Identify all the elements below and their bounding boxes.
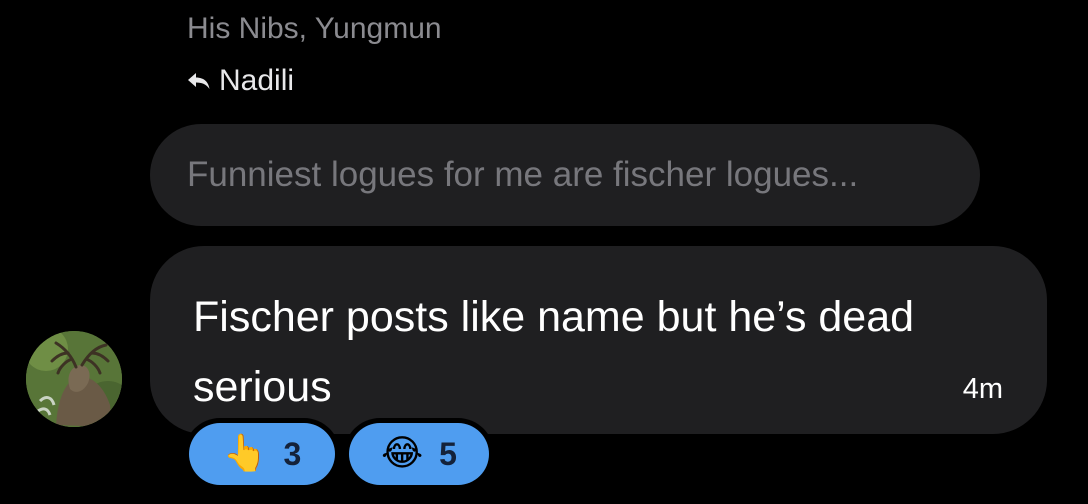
reaction-pill[interactable]: 👆 3: [189, 423, 335, 485]
deer-avatar-icon[interactable]: [26, 331, 122, 427]
reaction-pointing-up[interactable]: 👆 3: [184, 418, 340, 490]
message-bubble[interactable]: Fischer posts like name but he’s dead se…: [150, 246, 1047, 434]
reply-to-name: Nadili: [219, 64, 295, 97]
message-timestamp: 4m: [962, 373, 1003, 405]
reply-indicator[interactable]: Nadili: [187, 64, 294, 98]
thread-participants: His Nibs, Yungmun: [187, 12, 442, 45]
tears-of-joy-icon: 😂: [381, 433, 424, 474]
quoted-message-text: Funniest logues for me are fischer logue…: [187, 155, 859, 194]
reply-arrow-icon: [187, 71, 211, 91]
reaction-pill[interactable]: 😂 5: [349, 423, 489, 485]
pointing-up-icon: 👆: [222, 433, 268, 474]
quoted-message[interactable]: Funniest logues for me are fischer logue…: [150, 124, 980, 226]
reaction-count: 5: [439, 435, 457, 472]
message-text: Fischer posts like name but he’s dead se…: [193, 293, 915, 411]
reaction-tears-of-joy[interactable]: 😂 5: [344, 418, 494, 490]
reaction-count: 3: [283, 435, 302, 472]
